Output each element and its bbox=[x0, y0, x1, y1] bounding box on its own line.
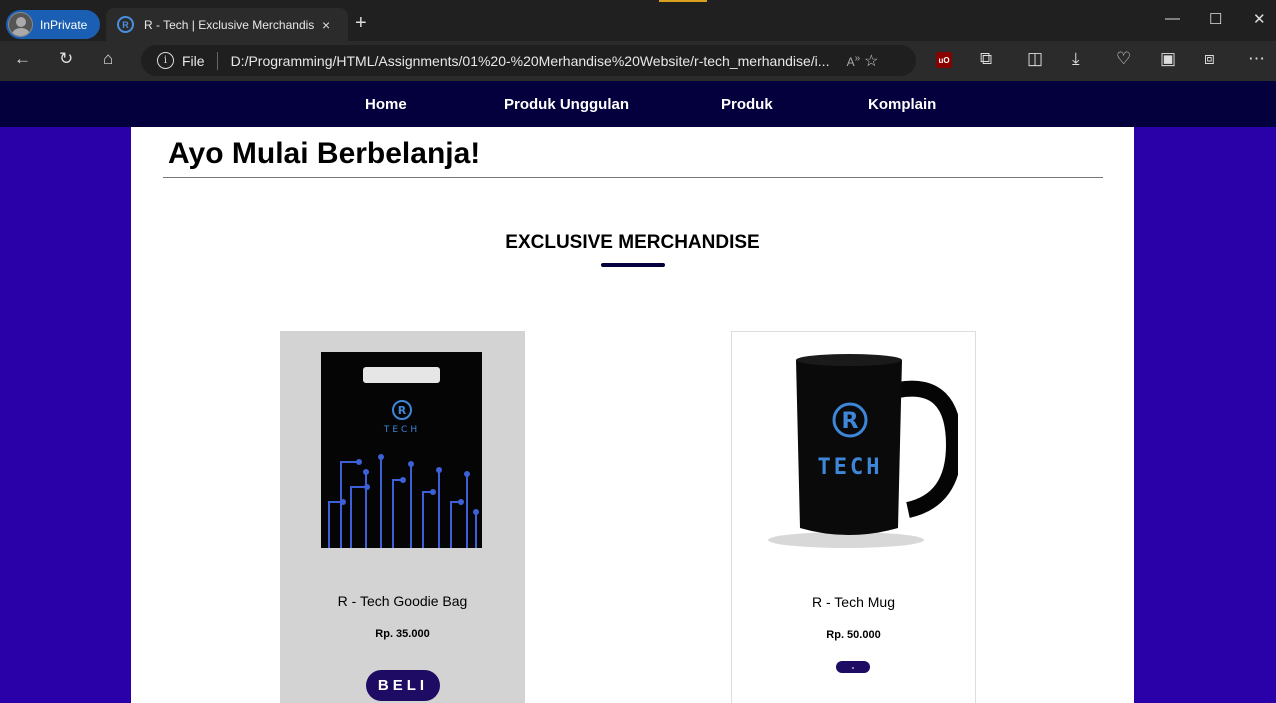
site-favicon-icon: R bbox=[117, 16, 134, 33]
web-capture-icon[interactable]: ▣ bbox=[1160, 49, 1176, 69]
tab-close-icon[interactable]: × bbox=[322, 17, 330, 33]
buy-button-goodie-bag[interactable]: BELI bbox=[366, 670, 440, 701]
close-window-button[interactable]: ✕ bbox=[1253, 10, 1266, 28]
maximize-button[interactable]: ☐ bbox=[1209, 10, 1222, 28]
home-icon[interactable]: ⌂ bbox=[103, 49, 113, 69]
favorite-star-icon[interactable]: ☆ bbox=[864, 51, 878, 71]
more-menu-icon[interactable]: ⋯ bbox=[1248, 49, 1265, 69]
split-screen-icon[interactable]: ◫ bbox=[1027, 49, 1043, 69]
refresh-icon[interactable]: ↻ bbox=[59, 49, 73, 69]
main-content: Ayo Mulai Berbelanja! EXCLUSIVE MERCHAND… bbox=[131, 127, 1134, 703]
browser-essentials-icon[interactable]: ♡ bbox=[1116, 49, 1131, 69]
url-text[interactable]: D:/Programming/HTML/Assignments/01%20-%2… bbox=[231, 53, 831, 69]
tab-accent-bar bbox=[659, 0, 707, 2]
nav-item-komplain[interactable]: Komplain bbox=[868, 96, 936, 113]
svg-text:TECH: TECH bbox=[818, 455, 883, 480]
goodie-bag-image: R TECH bbox=[321, 352, 482, 548]
downloads-icon[interactable]: ⤓ bbox=[1072, 49, 1080, 69]
tab-title: R - Tech | Exclusive Merchandise bbox=[144, 17, 314, 32]
section-title: EXCLUSIVE MERCHANDISE bbox=[505, 232, 760, 253]
section-underline bbox=[601, 263, 665, 267]
nav-item-home[interactable]: Home bbox=[365, 96, 407, 113]
product-price: Rp. 50.000 bbox=[826, 629, 881, 641]
site-navbar: Home Produk Unggulan Produk Komplain bbox=[0, 81, 1276, 127]
product-price: Rp. 35.000 bbox=[375, 628, 430, 640]
inprivate-badge[interactable]: InPrivate bbox=[6, 10, 100, 39]
title-divider bbox=[163, 177, 1103, 178]
inprivate-label: InPrivate bbox=[40, 17, 88, 32]
mug-image: R TECH bbox=[768, 354, 958, 548]
buy-button-mug[interactable]: - bbox=[836, 661, 870, 673]
new-tab-button[interactable]: + bbox=[355, 12, 367, 35]
scheme-label: File bbox=[182, 52, 205, 69]
address-bar[interactable]: i File D:/Programming/HTML/Assignments/0… bbox=[141, 45, 916, 76]
product-name: R - Tech Mug bbox=[812, 594, 895, 610]
svg-text:R: R bbox=[842, 409, 859, 434]
browser-tab-bar: InPrivate R R - Tech | Exclusive Merchan… bbox=[0, 0, 1276, 41]
extensions-puzzle-icon[interactable]: ⧉ bbox=[980, 49, 992, 69]
address-divider bbox=[216, 51, 218, 70]
nav-item-produk-unggulan[interactable]: Produk Unggulan bbox=[504, 96, 629, 113]
product-card-goodie-bag: R TECH R - Tech Goodie Bag Rp. 35.000 BE… bbox=[280, 331, 525, 703]
page-title: Ayo Mulai Berbelanja! bbox=[168, 137, 481, 170]
collections-icon[interactable]: ⧈ bbox=[1204, 49, 1215, 69]
browser-tab[interactable]: R R - Tech | Exclusive Merchandise × bbox=[106, 8, 348, 41]
svg-text:R: R bbox=[398, 404, 407, 417]
back-arrow-icon[interactable]: ← bbox=[14, 49, 31, 69]
read-aloud-icon[interactable]: A» bbox=[847, 53, 861, 69]
nav-item-produk[interactable]: Produk bbox=[721, 96, 773, 113]
product-card-mug: R TECH R - Tech Mug Rp. 50.000 - bbox=[731, 331, 976, 703]
product-name: R - Tech Goodie Bag bbox=[337, 593, 468, 609]
browser-toolbar: ← ↻ ⌂ i File D:/Programming/HTML/Assignm… bbox=[0, 41, 1276, 81]
site-info-icon[interactable]: i bbox=[157, 52, 174, 69]
ublock-origin-icon[interactable]: uO bbox=[936, 52, 952, 68]
minimize-button[interactable]: — bbox=[1165, 10, 1180, 27]
svg-text:TECH: TECH bbox=[383, 425, 420, 435]
profile-avatar bbox=[8, 12, 33, 37]
